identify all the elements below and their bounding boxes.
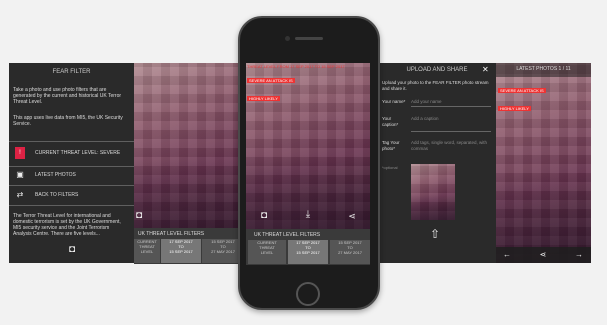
center-filters-panel: UK THREAT LEVEL FILTERS CURRENT THREAT LEV… [246, 229, 370, 265]
threat-badge: HIGHLY LIKELY [247, 96, 280, 101]
center-overlay: THREAT LEVEL FROM 17 SEP 2017 TO 15 SEP … [247, 64, 367, 105]
camera-icon[interactable]: ◘ [134, 211, 144, 221]
menu-item-latest-photos[interactable]: ▣ LATEST PHOTOS [13, 169, 133, 183]
menu-source: This app uses live data from MI5, the UK… [13, 115, 123, 127]
latest-title-bar: LATEST PHOTOS 1 / 11 [496, 63, 591, 77]
camera-icon[interactable]: ◘ [258, 211, 270, 221]
close-icon[interactable]: ✕ [482, 65, 489, 74]
home-button[interactable] [296, 282, 320, 306]
front-camera [285, 36, 290, 41]
filter-tab[interactable]: CURRENT THREAT LEVEL [248, 240, 286, 264]
center-toolbar: ◘ ⤓ ⋖ [246, 207, 370, 227]
filters-heading: UK THREAT LEVEL FILTERS [254, 232, 321, 238]
share-icon[interactable]: ⋖ [538, 250, 548, 260]
arrow-left-icon[interactable]: ← [502, 250, 512, 260]
upload-thumbnail [411, 164, 455, 220]
latest-badges: SEVERE AN ATTACK IS HIGHLY LIKELY [498, 79, 558, 115]
photos-icon: ▣ [16, 170, 24, 179]
filters-heading: UK THREAT LEVEL FILTERS [138, 231, 205, 237]
menu-item-label: CURRENT THREAT LEVEL: SEVERE [35, 150, 121, 156]
field-label: Your name* [382, 99, 406, 104]
app-showcase: FEAR FILTER Take a photo and use photo f… [0, 0, 607, 325]
filter-tab[interactable]: 17 SEP 2017 TO 15 SEP 2017 [161, 239, 201, 263]
latest-nav-bar: ← ⋖ → [496, 247, 591, 263]
threat-badge: HIGHLY LIKELY [498, 106, 531, 111]
speaker [295, 37, 323, 40]
latest-title: LATEST PHOTOS 1 / 11 [516, 66, 571, 72]
optional-note: *optional [382, 165, 398, 170]
menu-item-label: BACK TO FILTERS [35, 192, 79, 198]
menu-item-back-to-filters[interactable]: ⇄ BACK TO FILTERS [13, 189, 133, 203]
field-label: Your caption* [382, 116, 399, 127]
share-icon[interactable]: ⋖ [346, 211, 358, 221]
threat-period: THREAT LEVEL FROM 17 SEP 2017 TO 15 SEP … [247, 64, 345, 69]
menu-about: The Terror Threat Level for internationa… [13, 213, 121, 237]
swap-icon: ⇄ [16, 190, 24, 199]
arrow-right-icon[interactable]: → [574, 250, 584, 260]
name-field[interactable]: Add your name [411, 99, 491, 107]
upload-screen: UPLOAD AND SHARE ✕ Upload your photo to … [378, 63, 496, 263]
filter-tab[interactable]: 17 SEP 2017 TO 15 SEP 2017 [288, 240, 328, 264]
left-filters-panel: UK THREAT LEVEL FILTERS CURRENT THREAT LEV… [134, 228, 244, 264]
menu-intro: Take a photo and use photo filters that … [13, 87, 122, 105]
field-label: Tag Your photo* [382, 140, 400, 151]
threat-badge: SEVERE AN ATTACK IS [498, 88, 546, 93]
left-photo-toolbar: ◘ [134, 207, 244, 225]
menu-item-threat-level[interactable]: ! CURRENT THREAT LEVEL: SEVERE [13, 147, 133, 161]
menu-title: FEAR FILTER [52, 69, 91, 75]
filter-tab[interactable]: CURRENT THREAT LEVEL [134, 239, 160, 263]
tags-field[interactable]: Add tags, single word, separated, with c… [411, 140, 491, 154]
upload-icon[interactable]: ⇧ [428, 228, 442, 240]
filter-tab[interactable]: 15 SEP 2017 TO 27 MAY 2017 [330, 240, 370, 264]
alert-icon: ! [15, 147, 25, 159]
upload-title: UPLOAD AND SHARE [406, 67, 468, 73]
caption-field[interactable]: Add a caption [411, 116, 491, 132]
download-icon[interactable]: ⤓ [302, 210, 314, 220]
upload-desc: Upload your photo to the FEAR FILTER pho… [382, 80, 489, 91]
menu-item-label: LATEST PHOTOS [35, 172, 76, 178]
threat-badge: SEVERE AN ATTACK IS [247, 78, 295, 83]
camera-icon[interactable]: ◘ [65, 245, 79, 255]
menu-screen: FEAR FILTER Take a photo and use photo f… [9, 63, 134, 263]
